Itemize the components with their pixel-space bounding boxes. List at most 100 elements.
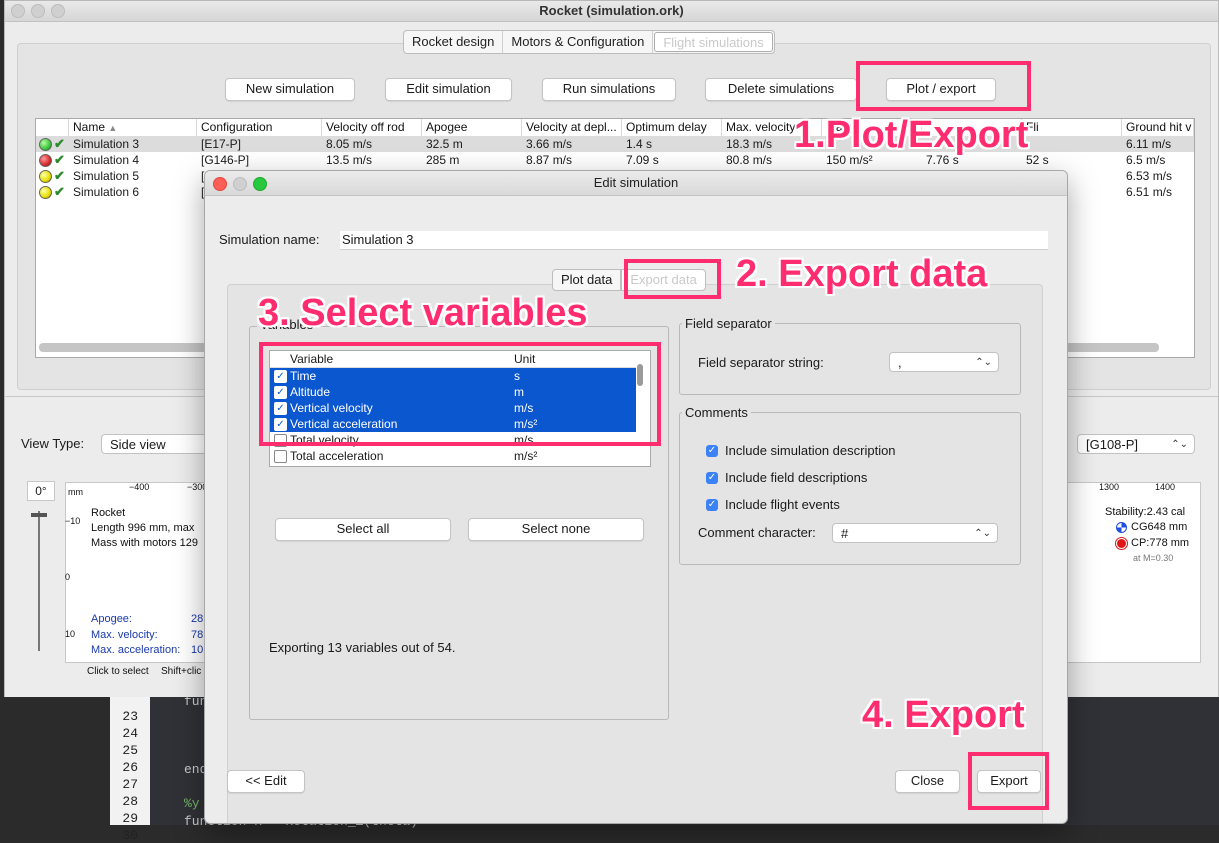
vruler-tick: 10 [65,629,76,639]
include-field-descriptions-checkbox[interactable]: ✓ [706,472,718,484]
simulation-name-label: Simulation name: [219,232,320,247]
apogee-value: 28 [191,613,204,625]
dialog-titlebar: Edit simulation [205,171,1067,196]
cell-vrod: 13.5 m/s [326,153,373,167]
sort-arrow-icon: ▲ [108,123,118,133]
annotation-box-plot-export [856,61,1031,111]
status-red-icon [39,154,52,167]
dialog-title: Edit simulation [593,175,679,190]
line-number: 23 [122,709,138,724]
ruler-unit: mm [68,487,83,497]
cp-marker-icon [1116,538,1127,549]
rocket-name: Rocket [91,507,126,519]
select-all-button[interactable]: Select all [275,518,451,541]
cell-c10: 52 s [1026,153,1049,167]
rotation-angle-field[interactable]: 0° [27,481,55,501]
cell-vrod: 8.05 m/s [326,137,373,151]
checkmark-icon: ✔ [54,184,65,199]
rotation-slider-track[interactable] [38,511,40,651]
annotation-box-export-data [624,259,721,299]
close-button[interactable]: Close [895,770,960,793]
table-header-apogee[interactable]: Apogee [422,119,522,136]
table-header-name[interactable]: Name ▲ [69,119,197,136]
select-none-button[interactable]: Select none [468,518,644,541]
tab-motors-configuration[interactable]: Motors & Configuration [503,31,654,53]
rocket-mass: Mass with motors 129 [91,537,198,549]
vruler-tick: −10 [65,516,81,526]
variable-name: Total acceleration [290,449,384,463]
include-flight-events-label: Include flight events [725,497,840,512]
configuration-select[interactable]: [G108-P] ⌃⌄ [1077,434,1195,454]
cell-delay: 7.09 s [626,153,659,167]
line-number: 26 [122,760,138,775]
tab-flight-simulations[interactable]: Flight simulations [654,32,773,52]
table-header-configuration[interactable]: Configuration [197,119,322,136]
view-type-label: View Type: [21,436,85,451]
status-yellow-icon [39,170,52,183]
max-velocity-value: 78 [191,629,204,641]
simulation-name-input[interactable]: Simulation 3 [340,231,1048,250]
table-header-velocity-at-deployment[interactable]: Velocity at depl... [522,119,622,136]
cell-ground: 6.53 m/s [1126,169,1173,183]
include-description-label: Include simulation description [725,443,896,458]
max-acceleration-value: 10 [191,644,204,656]
edit-simulation-button[interactable]: Edit simulation [385,78,512,101]
cell-name: Simulation 5 [73,169,140,183]
cell-ground: 6.51 m/s [1126,185,1173,199]
hint-click-select: Click to select [87,666,149,677]
rotation-slider-thumb[interactable] [31,513,47,517]
include-description-checkbox[interactable]: ✓ [706,445,718,457]
max-acceleration-label: Max. acceleration: [91,644,181,656]
chevron-updown-icon: ⌃⌄ [974,528,991,539]
chevron-updown-icon: ⌃⌄ [1171,439,1188,450]
cell-ground: 6.11 m/s [1126,137,1172,151]
cell-vdepl: 3.66 m/s [526,137,573,151]
table-header-optimum-delay[interactable]: Optimum delay [622,119,722,136]
comment-character-label: Comment character: [698,525,816,540]
cell-config: [E17-P] [201,137,242,151]
line-number: 28 [122,794,138,809]
field-separator-select[interactable]: , ⌃⌄ [889,352,999,372]
checkmark-icon: ✔ [54,152,65,167]
cell-vdepl: 8.87 m/s [526,153,573,167]
table-header-ground-hit-velocity[interactable]: Ground hit v [1122,119,1194,136]
export-count-status: Exporting 13 variables out of 54. [269,640,456,655]
checkmark-icon: ✔ [54,168,65,183]
annotation-box-variables [259,342,661,446]
tab-rocket-design[interactable]: Rocket design [404,31,504,53]
mach-readout: at M=0.30 [1133,553,1174,563]
line-number: 27 [122,777,138,792]
apogee-label: Apogee: [91,613,132,625]
line-number: 24 [122,726,138,741]
cg-readout: CG648 mm [1131,521,1188,533]
comment-character-select[interactable]: # ⌃⌄ [832,523,998,543]
ruler-tick: 1400 [1155,482,1176,492]
stability-readout: Stability:2.43 cal [1105,506,1186,518]
vruler-tick: 0 [65,572,71,582]
cp-readout: CP:778 mm [1131,537,1190,549]
view-type-select[interactable]: Side view [101,434,211,454]
variable-row[interactable]: Total acceleration m/s² [270,448,636,464]
include-flight-events-checkbox[interactable]: ✓ [706,499,718,511]
line-number: 30 [122,828,138,843]
window-title: Rocket (simulation.ork) [539,3,684,18]
include-field-descriptions-label: Include field descriptions [725,470,868,485]
table-header-flight-time[interactable]: Fli [1022,119,1122,136]
chevron-updown-icon: ⌃⌄ [975,357,992,368]
line-number: 25 [122,743,138,758]
field-separator-title: Field separator [682,316,775,331]
checkmark-icon: ✔ [54,136,65,151]
cell-apogee: 285 m [426,153,460,167]
variable-checkbox[interactable] [274,450,287,463]
new-simulation-button[interactable]: New simulation [225,78,355,101]
delete-simulations-button[interactable]: Delete simulations [705,78,857,101]
ruler-tick: 1300 [1099,482,1120,492]
back-to-edit-button[interactable]: << Edit [227,770,305,793]
rocket-length: Length 996 mm, max [91,522,195,534]
run-simulations-button[interactable]: Run simulations [542,78,676,101]
annotation-step1: 1.Plot/Export [794,114,1029,156]
cell-name: Simulation 4 [73,153,140,167]
tab-plot-data[interactable]: Plot data [552,269,622,291]
ruler-tick: −400 [129,482,150,492]
table-header-velocity-off-rod[interactable]: Velocity off rod [322,119,422,136]
